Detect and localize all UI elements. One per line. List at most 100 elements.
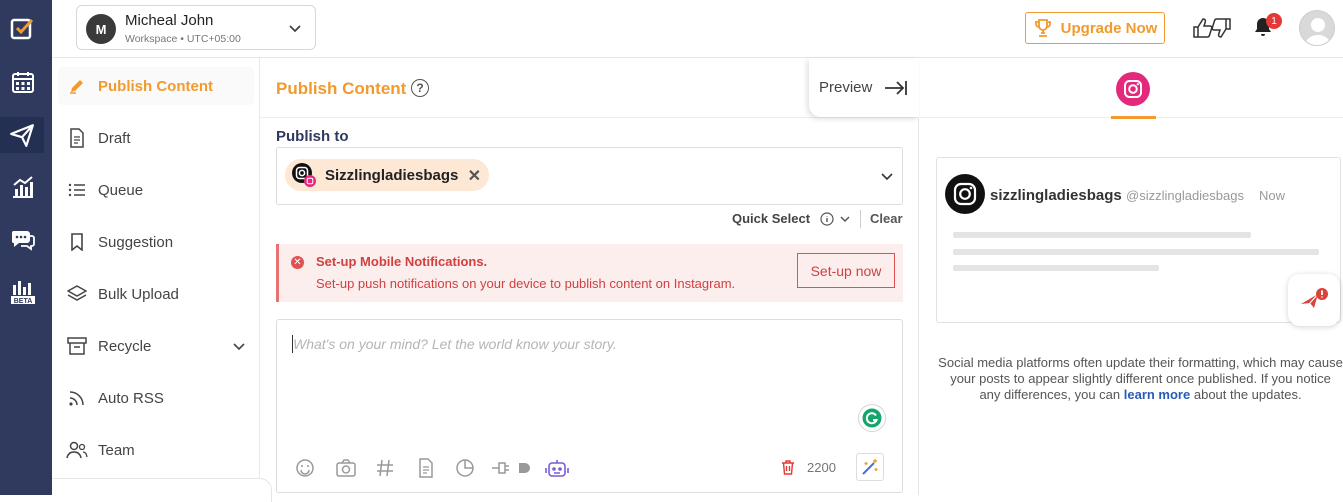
account-selector[interactable]: Sizzlingladiesbags ✕	[276, 147, 903, 205]
sidebar-item-label: Recycle	[98, 337, 152, 355]
sidebar-item-label: Queue	[98, 181, 144, 199]
post-editor[interactable]: What's on your mind? Let the world know …	[276, 319, 903, 493]
notification-bell-icon[interactable]: 1	[1253, 13, 1282, 43]
composer-panel: Publish Content ? Preview Publish to Siz…	[260, 58, 919, 495]
sidebar-item-recycle[interactable]: Recycle	[58, 327, 254, 365]
setup-now-button[interactable]: Set-up now	[797, 253, 895, 288]
preview-toggle-button[interactable]: Preview	[809, 58, 919, 117]
chevron-down-icon	[287, 20, 303, 41]
upgrade-now-button[interactable]: Upgrade Now	[1025, 12, 1165, 44]
notice-text-end: about the updates.	[1193, 387, 1302, 402]
remove-account-icon[interactable]: ✕	[468, 166, 481, 186]
plug-icon[interactable]	[491, 458, 531, 483]
publish-send-icon[interactable]	[0, 117, 44, 153]
preview-platform-tabs	[920, 58, 1343, 119]
sidebar-item-bulk-upload[interactable]: Bulk Upload	[58, 275, 254, 313]
rss-icon	[64, 389, 90, 407]
layers-icon	[64, 285, 90, 303]
sidebar: Publish Content Draft Queue Suggestion B…	[52, 58, 260, 495]
trophy-icon	[1034, 19, 1051, 37]
hashtag-icon[interactable]	[375, 458, 395, 483]
alert-message: Set-up push notifications on your device…	[316, 276, 736, 291]
instagram-account-avatar-icon	[292, 163, 316, 187]
instagram-icon	[945, 174, 985, 214]
sidebar-item-publish-content[interactable]: Publish Content	[58, 67, 254, 105]
post-preview-card: sizzlingladiesbags @sizzlingladiesbags N…	[936, 157, 1341, 323]
archive-icon	[64, 337, 90, 355]
document-icon	[64, 128, 90, 148]
selected-account-name: Sizzlingladiesbags	[325, 166, 459, 184]
workspace-avatar: M	[86, 14, 116, 44]
chevron-down-icon	[840, 215, 850, 222]
magic-wand-icon[interactable]	[856, 453, 884, 481]
top-bar: M Micheal John Workspace • UTC+05:00 Upg…	[52, 0, 1343, 58]
ai-robot-icon[interactable]	[545, 458, 569, 485]
trash-icon[interactable]	[780, 459, 796, 480]
sidebar-item-label: Suggestion	[98, 233, 174, 251]
beta-analytics-icon[interactable]: BETA	[8, 276, 38, 306]
placeholder-line	[953, 232, 1251, 238]
notification-count-badge: 1	[1266, 13, 1282, 29]
clear-button[interactable]: Clear	[870, 211, 903, 226]
chat-icon[interactable]	[8, 224, 38, 254]
active-tab-indicator	[1111, 116, 1156, 119]
sidebar-item-queue[interactable]: Queue	[58, 171, 254, 209]
sidebar-item-draft[interactable]: Draft	[58, 119, 254, 157]
workspace-switcher[interactable]: M Micheal John Workspace • UTC+05:00	[76, 5, 316, 50]
instagram-tab-icon[interactable]	[1116, 72, 1150, 106]
camera-icon[interactable]	[335, 458, 357, 483]
app-rail: BETA	[0, 0, 52, 495]
preview-handle: @sizzlingladiesbags	[1126, 188, 1244, 203]
character-count: 2200	[807, 460, 836, 475]
help-icon[interactable]: ?	[411, 79, 429, 97]
divider	[860, 210, 861, 228]
info-icon	[820, 211, 834, 226]
collapse-right-icon	[885, 80, 908, 95]
placeholder-line	[953, 249, 1319, 255]
workspace-subtitle: Workspace • UTC+05:00	[125, 33, 241, 45]
notification-setup-alert: ✕ Set-up Mobile Notifications. Set-up pu…	[276, 244, 903, 302]
sidebar-item-label: Publish Content	[98, 77, 213, 95]
learn-more-link[interactable]: learn more	[1124, 387, 1190, 402]
quick-select-dropdown[interactable]: Quick Select	[732, 211, 850, 226]
analytics-icon[interactable]	[8, 172, 38, 202]
alert-title: Set-up Mobile Notifications.	[316, 254, 488, 269]
sidebar-item-team[interactable]: Team	[58, 431, 254, 469]
user-avatar[interactable]	[1299, 10, 1335, 46]
pie-chart-icon[interactable]	[455, 458, 475, 483]
grammarly-icon[interactable]	[858, 404, 886, 432]
preview-panel: sizzlingladiesbags @sizzlingladiesbags N…	[920, 58, 1343, 495]
sidebar-item-label: Bulk Upload	[98, 285, 179, 303]
publish-to-label: Publish to	[276, 128, 349, 145]
beta-label: BETA	[14, 298, 33, 305]
selected-account-chip: Sizzlingladiesbags ✕	[285, 159, 489, 191]
error-icon: ✕	[291, 256, 304, 269]
pencil-icon	[64, 78, 90, 94]
editor-placeholder: What's on your mind? Let the world know …	[293, 336, 617, 352]
sidebar-item-label: Auto RSS	[98, 389, 164, 407]
team-icon	[64, 441, 90, 459]
list-icon	[64, 182, 90, 198]
feedback-widget-icon[interactable]	[1288, 274, 1340, 326]
sidebar-item-label: Draft	[98, 129, 131, 147]
chevron-down-icon	[880, 169, 894, 188]
sidebar-item-label: Team	[98, 441, 135, 459]
composer-header: Publish Content ? Preview	[260, 58, 919, 118]
preview-label: Preview	[819, 79, 873, 96]
page-title: Publish Content	[276, 79, 407, 98]
preview-account-name: sizzlingladiesbags	[990, 187, 1122, 204]
bookmark-icon	[64, 233, 90, 251]
calendar-icon[interactable]	[8, 67, 38, 97]
upgrade-label: Upgrade Now	[1060, 19, 1158, 37]
document-icon[interactable]	[417, 458, 435, 483]
sidebar-item-suggestion[interactable]: Suggestion	[58, 223, 254, 261]
app-logo-icon[interactable]	[8, 14, 38, 44]
workspace-user-name: Micheal John	[125, 12, 214, 29]
feedback-thumbs-icon[interactable]	[1192, 17, 1232, 44]
sidebar-bottom-panel	[52, 478, 272, 502]
preview-time: Now	[1259, 188, 1286, 203]
formatting-notice: Social media platforms often update thei…	[938, 355, 1343, 403]
quick-select-label: Quick Select	[732, 211, 811, 226]
emoji-icon[interactable]	[295, 458, 315, 483]
sidebar-item-auto-rss[interactable]: Auto RSS	[58, 379, 254, 417]
